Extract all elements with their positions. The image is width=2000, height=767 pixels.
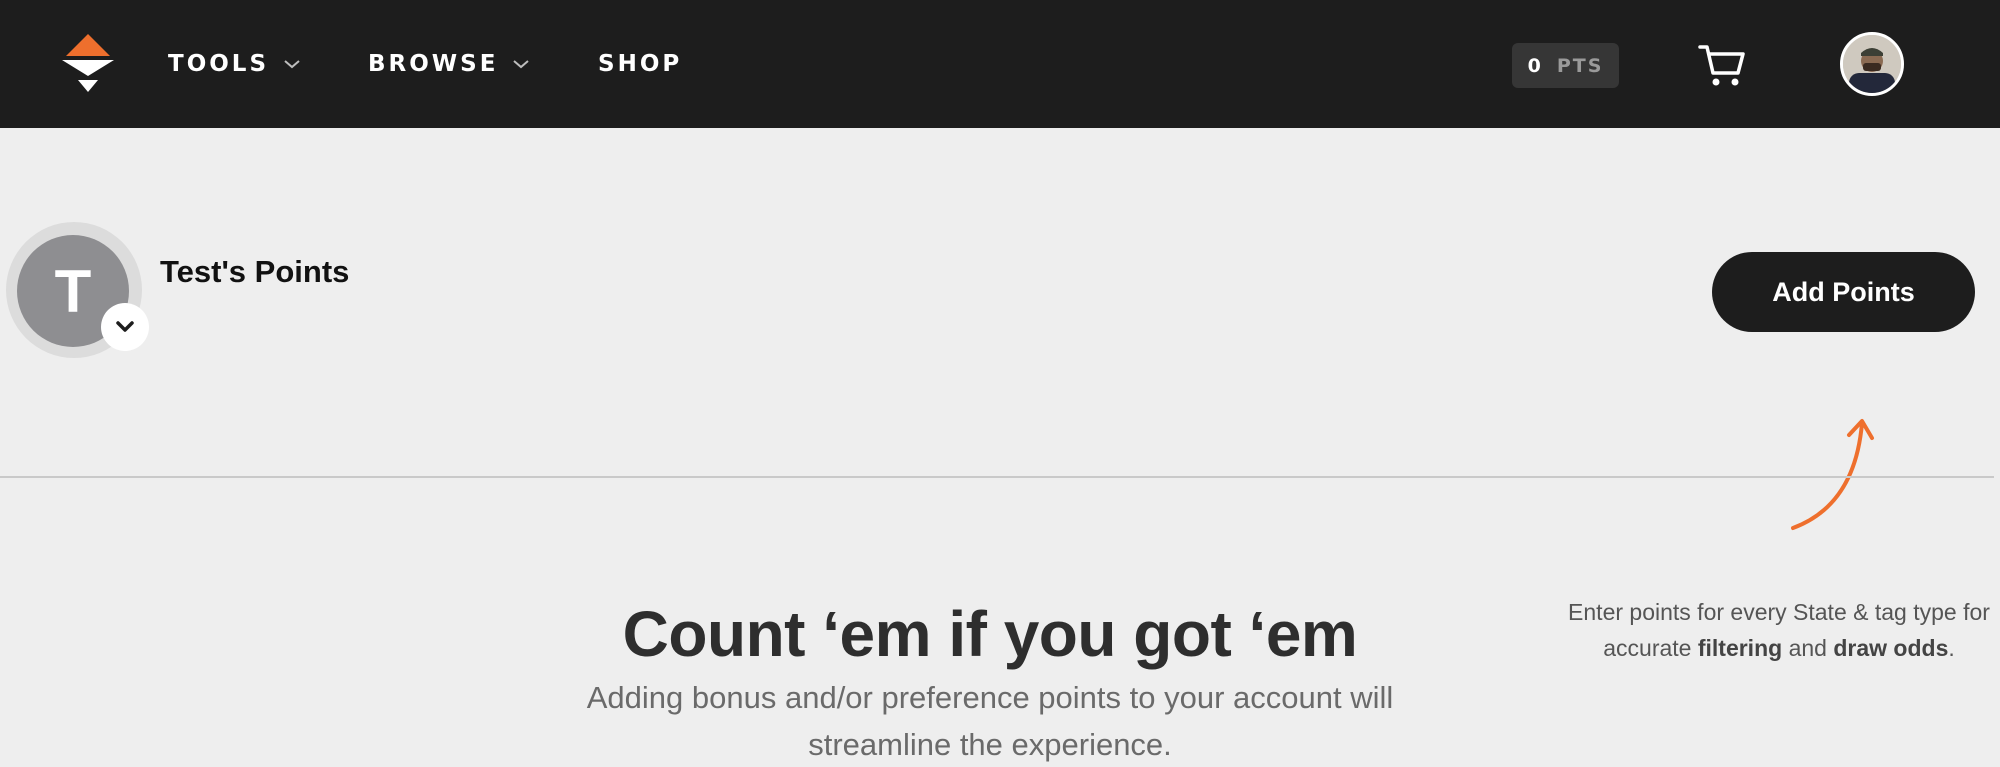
profile-points-title: Test's Points bbox=[160, 254, 350, 289]
nav-tools-menu[interactable]: TOOLS bbox=[168, 0, 301, 128]
curved-arrow-icon bbox=[1791, 419, 1874, 530]
chevron-down-icon bbox=[513, 60, 530, 69]
nav-shop-link[interactable]: SHOP bbox=[598, 0, 682, 128]
nav-browse-label: BROWSE bbox=[368, 51, 499, 77]
empty-state-headline: Count ‘em if you got ‘em bbox=[622, 598, 1358, 670]
empty-state-subline: Adding bonus and/or preference points to… bbox=[586, 680, 1394, 762]
profile-switch-button[interactable] bbox=[101, 303, 149, 351]
brand-logo-icon[interactable] bbox=[58, 32, 118, 96]
nav-shop-label: SHOP bbox=[598, 51, 683, 77]
add-points-button[interactable]: Add Points bbox=[1712, 252, 1975, 332]
points-unit-label: PTS bbox=[1556, 54, 1604, 77]
cart-icon[interactable] bbox=[1698, 42, 1746, 88]
nav-tools-label: TOOLS bbox=[168, 51, 270, 77]
avatar-photo bbox=[1843, 35, 1901, 93]
chevron-down-icon bbox=[284, 60, 300, 69]
nav-browse-menu[interactable]: BROWSE bbox=[368, 0, 530, 128]
user-avatar[interactable] bbox=[1840, 32, 1904, 96]
top-navigation-bar: TOOLS BROWSE SHOP 0 PTS bbox=[0, 0, 2000, 128]
section-divider bbox=[0, 476, 1994, 478]
points-count: 0 bbox=[1527, 54, 1543, 77]
points-badge[interactable]: 0 PTS bbox=[1512, 43, 1619, 88]
chevron-down-icon bbox=[116, 321, 134, 332]
